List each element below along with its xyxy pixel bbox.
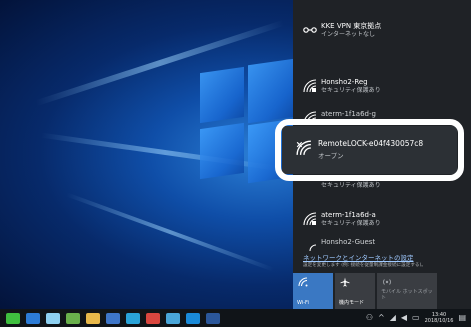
wifi-toggle-tile[interactable]: Wi-Fi	[293, 273, 333, 309]
start-icon[interactable]	[6, 312, 20, 324]
network-item-highlighted[interactable]: RemoteLOCK-e04f430057c8 オープン	[282, 126, 457, 174]
people-icon[interactable]: ⚇	[366, 314, 373, 322]
app-icon[interactable]	[46, 312, 60, 324]
wifi-secured-icon	[303, 212, 317, 226]
wifi-open-icon	[296, 140, 311, 155]
network-settings-link[interactable]: ネットワークとインターネットの設定	[303, 252, 414, 262]
network-status: オープン	[318, 152, 344, 160]
network-name: KKE VPN 東京拠点	[321, 22, 382, 30]
system-tray: ⚇ ^ ◢ ◀ ▭ 13:40 2018/10/16 ▤	[366, 312, 471, 324]
clock[interactable]: 13:40 2018/10/16	[425, 312, 454, 324]
network-item[interactable]: KKE VPN 東京拠点 インターネットなし	[293, 14, 471, 50]
vpn-icon	[303, 27, 317, 33]
network-tray-icon[interactable]: ◢	[390, 314, 396, 322]
network-status: セキュリティ保護あり	[321, 220, 381, 227]
edge-icon[interactable]	[106, 312, 120, 324]
hotspot-icon	[383, 279, 391, 285]
app-icon[interactable]	[66, 312, 80, 324]
app-icon[interactable]	[126, 312, 140, 324]
app-icon[interactable]	[166, 312, 180, 324]
network-name: aterm-1f1a6d-g	[321, 110, 376, 118]
airplane-mode-tile[interactable]: 機内モード	[335, 273, 375, 309]
keyboard-icon[interactable]: ▭	[412, 314, 420, 322]
airplane-tile-label: 機内モード	[339, 300, 365, 306]
wifi-tile-label: Wi-Fi	[297, 300, 309, 306]
network-status: セキュリティ保護あり	[321, 87, 381, 94]
wifi-secured-icon	[309, 244, 317, 252]
taskbar: ⚇ ^ ◢ ◀ ▭ 13:40 2018/10/16 ▤	[0, 309, 471, 327]
network-settings-description: 設定を変更します (例: 接続を従量制課金接続に設定する)。	[303, 263, 426, 268]
wifi-icon	[298, 277, 308, 287]
network-status: セキュリティ保護あり	[321, 182, 381, 189]
clock-date: 2018/10/16	[424, 318, 454, 324]
network-item[interactable]: Honsho2-Reg セキュリティ保護あり	[293, 70, 471, 106]
word-icon[interactable]	[206, 312, 220, 324]
wifi-secured-icon	[303, 111, 317, 125]
notification-icon[interactable]: ▤	[458, 314, 466, 322]
network-name: Honsho2-Reg	[321, 78, 368, 86]
network-status: インターネットなし	[321, 31, 376, 38]
chevron-up-icon[interactable]: ^	[378, 314, 385, 322]
wifi-secured-icon	[303, 79, 317, 93]
network-name: aterm-1f1a6d-a	[321, 211, 376, 219]
skype-icon[interactable]	[186, 312, 200, 324]
file-explorer-icon[interactable]	[86, 312, 100, 324]
mobile-hotspot-tile[interactable]: モバイル ホットスポット	[377, 273, 437, 309]
network-name: RemoteLOCK-e04f430057c8	[318, 139, 424, 148]
volume-icon[interactable]: ◀	[401, 314, 407, 322]
chrome-icon[interactable]	[146, 312, 160, 324]
airplane-icon	[340, 277, 350, 287]
network-name: Honsho2-Guest	[321, 238, 376, 246]
hotspot-tile-label: モバイル ホットスポット	[381, 289, 433, 301]
task-view-icon[interactable]	[26, 312, 40, 324]
